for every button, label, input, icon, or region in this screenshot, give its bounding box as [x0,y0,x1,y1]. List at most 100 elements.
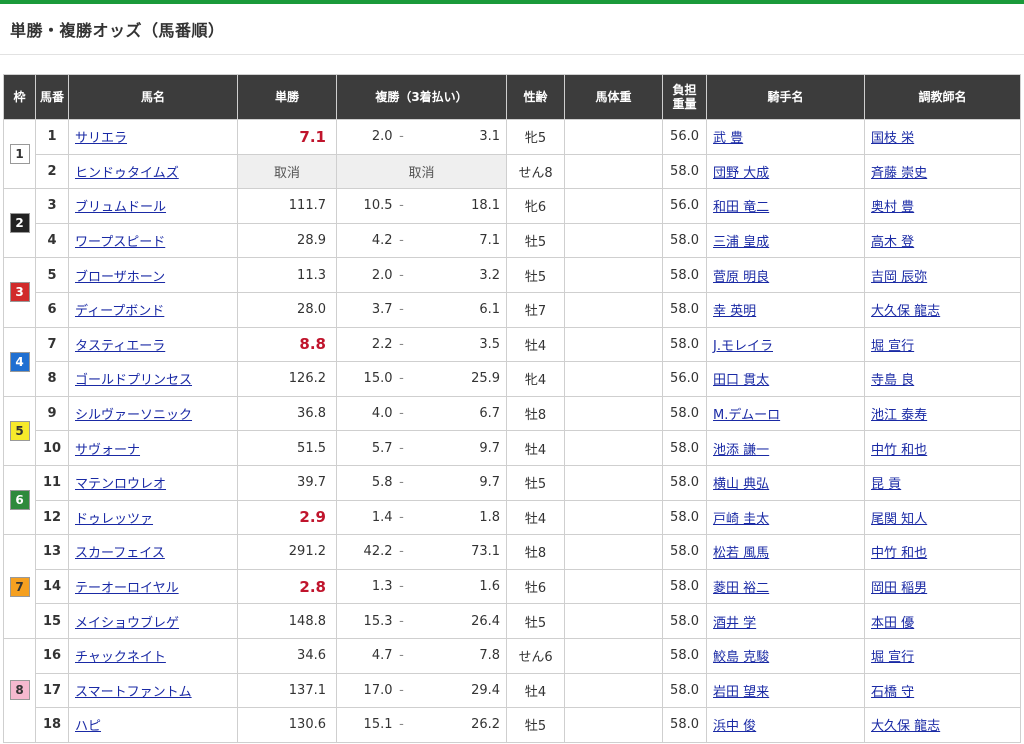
trainer-link[interactable]: 国枝 栄 [871,131,914,146]
place-odds-min: 42.2 [336,534,396,570]
horse-name-link[interactable]: ブリュムドール [75,200,166,215]
sex-age: 牝6 [506,188,566,224]
place-odds-separator: - [395,188,408,224]
trainer-link[interactable]: 斉藤 崇史 [871,166,927,181]
body-weight [564,222,664,259]
jockey-link[interactable]: 武 豊 [713,131,743,146]
trainer-link[interactable]: 堀 宣行 [871,650,914,665]
trainer-link[interactable]: 池江 泰寿 [871,408,927,423]
jockey-link[interactable]: 池添 謙一 [713,443,769,458]
table-row: 17 スマートファントム 137.1 17.0-29.4 牡4 58.0 岩田 望来 石橋 守 [4,672,1022,709]
waku-cell: 7 [3,534,36,639]
jockey-link[interactable]: 酒井 学 [713,616,756,631]
horse-name-link[interactable]: ハピ [75,719,101,734]
jockey-link[interactable]: M.デムーロ [713,408,780,423]
waku-cell: 1 [3,118,36,190]
place-odds-max: 7.8 [407,637,508,674]
horse-name-link[interactable]: シルヴァーソニック [75,408,192,423]
trainer-link[interactable]: 中竹 和也 [871,443,927,458]
waku-cell: 3 [3,257,36,328]
jockey-link[interactable]: 菱田 裕二 [713,581,769,596]
burden-weight: 58.0 [662,707,708,743]
horse-name-link[interactable]: スカーフェイス [75,546,165,561]
sex-age: 牡5 [506,464,566,501]
jockey-link[interactable]: 松若 風馬 [713,546,769,561]
trainer-link[interactable]: 寺島 良 [871,373,914,388]
horse-name-link[interactable]: ブローザホーン [75,270,165,285]
horse-name-link[interactable]: ゴールドプリンセス [75,373,192,388]
jockey-link[interactable]: 三浦 皇成 [713,235,769,250]
horse-name-cell: ヒンドゥタイムズ [68,153,238,190]
trainer-link[interactable]: 岡田 稲男 [871,581,927,596]
win-odds: 2.8 [237,568,337,605]
jockey-cell: 鮫島 克駿 [706,637,866,674]
trainer-link[interactable]: 石橋 守 [871,685,914,700]
horse-name-link[interactable]: ワープスピード [75,235,165,250]
jockey-link[interactable]: 菅原 明良 [713,270,769,285]
place-odds-separator: - [395,361,408,397]
jockey-cell: M.デムーロ [706,395,866,432]
jockey-cell: 菅原 明良 [706,257,866,293]
place-odds-min: 1.4 [336,499,396,536]
trainer-link[interactable]: 尾関 知人 [871,512,927,527]
table-row: 4 7 タスティエーラ 8.8 2.2-3.5 牡4 58.0 J.モレイラ 堀 宣行 [3,326,1022,397]
place-odds-separator: - [395,326,408,363]
horse-name-link[interactable]: ディープボンド [75,304,164,319]
jockey-link[interactable]: 横山 典弘 [713,477,769,492]
jockey-link[interactable]: 岩田 望来 [713,685,769,700]
jockey-link[interactable]: 団野 大成 [713,166,769,181]
jockey-link[interactable]: J.モレイラ [713,339,773,354]
sex-age: 牝5 [506,119,566,155]
horse-number: 18 [35,707,69,743]
trainer-cell: 本田 優 [864,603,1022,639]
trainer-link[interactable]: 高木 登 [871,235,914,250]
burden-weight: 58.0 [662,603,708,639]
jockey-link[interactable]: 戸崎 圭太 [713,512,769,527]
trainer-link[interactable]: 昆 貢 [871,477,901,492]
burden-weight: 58.0 [662,291,708,328]
jockey-cell: 戸崎 圭太 [706,499,866,536]
jockey-link[interactable]: 浜中 俊 [713,719,756,734]
jockey-link[interactable]: 鮫島 克駿 [713,650,769,665]
trainer-link[interactable]: 中竹 和也 [871,546,927,561]
win-odds: 28.0 [237,291,337,328]
waku-cell: 2 [3,188,36,259]
horse-number: 15 [35,603,69,639]
horse-name-cell: ハピ [68,707,238,743]
trainer-link[interactable]: 吉岡 辰弥 [871,270,927,285]
horse-name-link[interactable]: スマートファントム [75,685,192,700]
horse-name-link[interactable]: ヒンドゥタイムズ [75,166,179,181]
sex-age: 牡8 [506,395,566,432]
horse-name-link[interactable]: メイショウブレゲ [75,616,179,631]
body-weight [564,361,664,397]
jockey-link[interactable]: 田口 貫太 [713,373,769,388]
place-odds-separator: - [395,395,408,432]
trainer-link[interactable]: 奥村 豊 [871,200,914,215]
odds-table: 枠 馬番 馬名 単勝 複勝（3着払い） 性齢 馬体重 負担重量 騎手名 調教師名… [3,74,1022,743]
trainer-link[interactable]: 大久保 龍志 [871,719,940,734]
horse-name-link[interactable]: サリエラ [75,131,127,146]
horse-name-link[interactable]: ドゥレッツァ [75,512,153,527]
horse-name-link[interactable]: マテンロウレオ [75,477,166,492]
jockey-cell: 池添 謙一 [706,430,866,466]
waku-badge: 2 [9,213,30,234]
horse-name-link[interactable]: チャックネイト [75,650,166,665]
trainer-link[interactable]: 堀 宣行 [871,339,914,354]
sex-age: 牡4 [506,672,566,709]
place-odds-max: 6.1 [407,291,508,328]
burden-weight: 56.0 [662,188,708,224]
jockey-cell: 田口 貫太 [706,361,866,397]
jockey-link[interactable]: 和田 竜二 [713,200,769,215]
waku-badge: 1 [9,144,30,165]
trainer-cell: 石橋 守 [864,672,1022,709]
table-row: 7 13 スカーフェイス 291.2 42.2-73.1 牡8 58.0 松若 風馬 中竹 和也 [3,534,1022,639]
horse-name-cell: サリエラ [68,119,238,155]
horse-name-link[interactable]: テーオーロイヤル [75,581,179,596]
trainer-link[interactable]: 大久保 龍志 [871,304,940,319]
jockey-link[interactable]: 幸 英明 [713,304,756,319]
horse-name-link[interactable]: タスティエーラ [75,339,165,354]
sex-age: せん6 [506,637,566,674]
trainer-link[interactable]: 本田 優 [871,616,914,631]
place-odds-max: 26.2 [407,707,508,743]
horse-name-link[interactable]: サヴォーナ [75,443,140,458]
